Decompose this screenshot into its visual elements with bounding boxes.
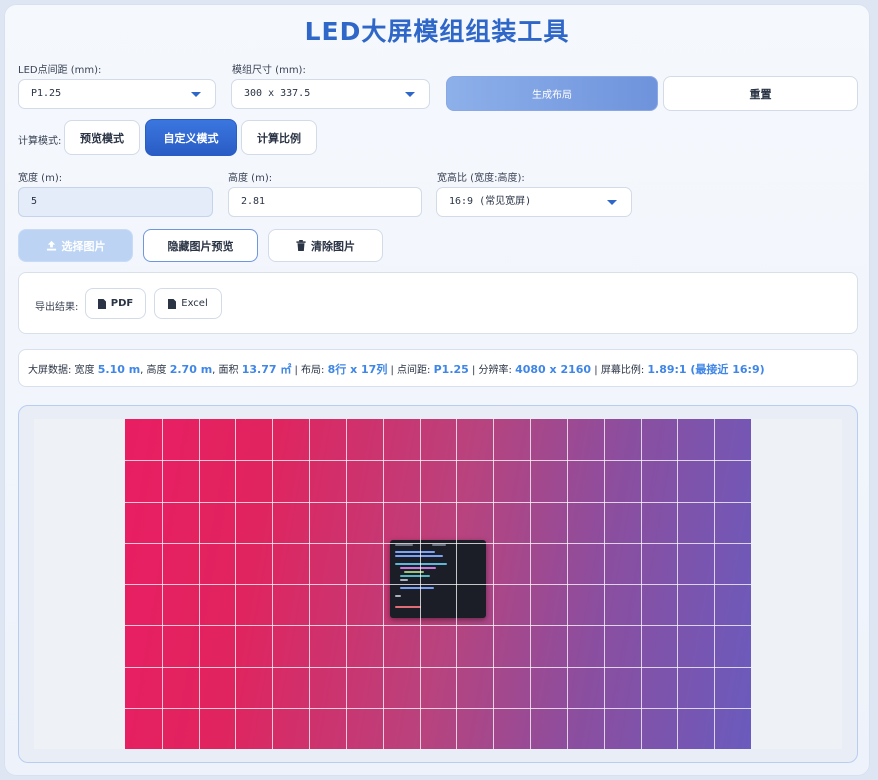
stats-area: 13.77 ㎡: [241, 363, 292, 376]
stats-text: | 屏幕比例:: [591, 365, 648, 376]
pitch-select[interactable]: P1.25: [18, 79, 216, 109]
select-image-label: 选择图片: [61, 239, 106, 253]
tab-preview-mode[interactable]: 预览模式: [64, 120, 140, 155]
file-pdf-icon: [97, 298, 106, 309]
clear-image-button[interactable]: 清除图片: [268, 229, 383, 262]
file-excel-icon: [168, 298, 177, 309]
clear-image-label: 清除图片: [311, 239, 355, 253]
export-excel-button[interactable]: Excel: [154, 288, 222, 319]
width-label: 宽度 (m):: [18, 173, 63, 184]
stats-ratio: 1.89:1 (最接近 16:9): [647, 363, 765, 376]
export-excel-label: Excel: [181, 298, 208, 309]
upload-icon: [46, 240, 56, 251]
trash-icon: [296, 240, 306, 251]
hide-image-preview-button[interactable]: 隐藏图片预览: [143, 229, 258, 262]
stats-layout: 8行 x 17列: [327, 363, 388, 376]
chevron-down-icon: [607, 200, 617, 205]
generate-layout-button[interactable]: 生成布局: [446, 76, 658, 111]
module-size-value: 300 x 337.5: [244, 88, 311, 99]
mode-label: 计算模式:: [18, 136, 62, 147]
stats-text: 大屏数据: 宽度: [28, 365, 98, 376]
stats-text: | 分辨率:: [468, 365, 516, 376]
export-pdf-label: PDF: [110, 298, 134, 309]
stats-height: 2.70 m: [169, 363, 213, 376]
tab-preview-mode-label: 预览模式: [80, 131, 124, 145]
tab-calculate-ratio[interactable]: 计算比例: [241, 120, 317, 155]
ratio-value: 16:9 (常见宽屏): [449, 196, 532, 207]
stats-text: | 布局:: [291, 365, 328, 376]
hide-image-preview-label: 隐藏图片预览: [167, 239, 234, 253]
export-label: 导出结果:: [35, 302, 79, 313]
tab-custom-mode-label: 自定义模式: [163, 131, 219, 145]
chevron-down-icon: [191, 92, 201, 97]
select-image-button[interactable]: 选择图片: [18, 229, 133, 262]
generate-layout-label: 生成布局: [532, 90, 572, 101]
width-input[interactable]: 5: [18, 187, 213, 217]
export-pdf-button[interactable]: PDF: [85, 288, 146, 319]
screen-stats: 大屏数据: 宽度 5.10 m, 高度 2.70 m, 面积 13.77 ㎡ |…: [28, 361, 765, 377]
reset-label: 重置: [749, 87, 772, 101]
module-size-select[interactable]: 300 x 337.5: [231, 79, 430, 109]
ratio-label: 宽高比 (宽度:高度):: [437, 173, 525, 184]
stats-width: 5.10 m: [97, 363, 141, 376]
reset-button[interactable]: 重置: [663, 76, 858, 111]
stats-text: , 面积: [212, 365, 242, 376]
height-input[interactable]: 2.81: [228, 187, 422, 217]
ratio-select[interactable]: 16:9 (常见宽屏): [436, 187, 632, 217]
stats-resolution: 4080 x 2160: [515, 363, 592, 376]
module-size-label: 模组尺寸 (mm):: [232, 65, 306, 76]
stats-text: | 点间距:: [387, 365, 434, 376]
chevron-down-icon: [405, 92, 415, 97]
page-title: LED大屏模组组装工具: [304, 17, 570, 46]
stats-text: , 高度: [140, 365, 170, 376]
tab-custom-mode[interactable]: 自定义模式: [145, 119, 237, 156]
height-label: 高度 (m):: [228, 173, 273, 184]
pitch-label: LED点间距 (mm):: [18, 65, 102, 76]
module-grid: [125, 419, 751, 749]
tab-calculate-ratio-label: 计算比例: [257, 131, 301, 145]
pitch-value: P1.25: [31, 88, 62, 99]
stats-pitch: P1.25: [433, 363, 469, 376]
